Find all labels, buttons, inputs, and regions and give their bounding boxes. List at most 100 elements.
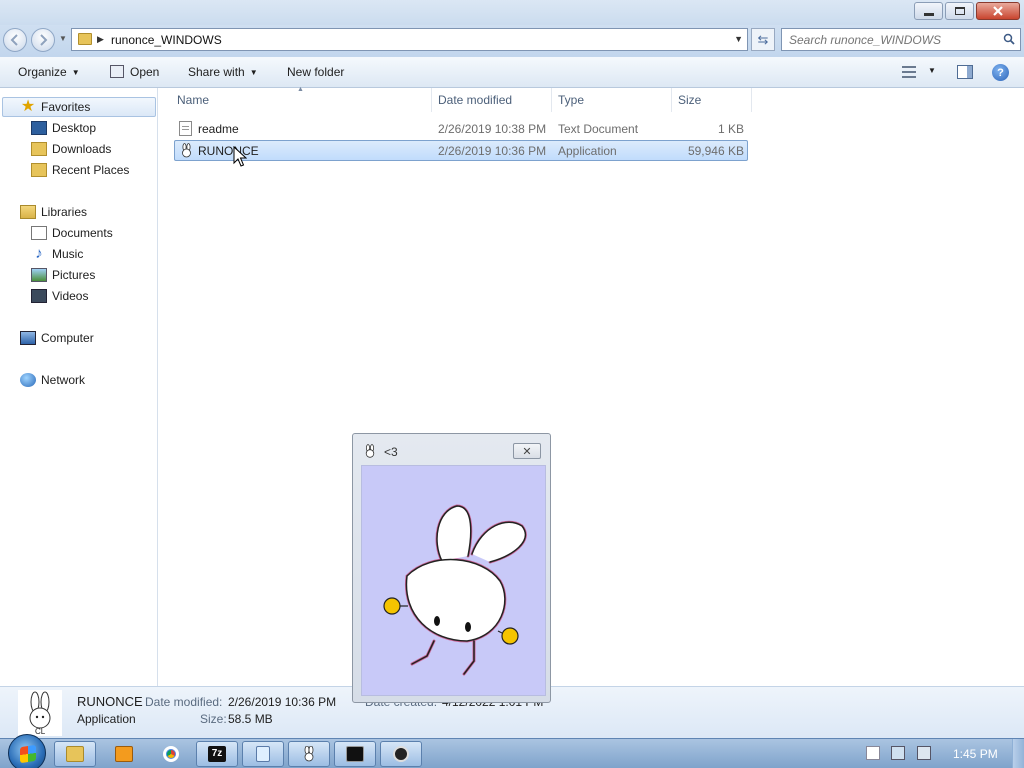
column-header-date-modified[interactable]: Date modified	[432, 88, 552, 112]
address-bar[interactable]: ▶ runonce_WINDOWS ▼	[71, 28, 748, 51]
taskbar-app[interactable]	[380, 741, 422, 767]
file-name: RUNONCE	[198, 144, 259, 158]
details-date-modified: 2/26/2019 10:36 PM	[228, 695, 337, 709]
details-file-type: Application	[77, 712, 136, 726]
nav-item-favorites[interactable]: ★ Favorites	[2, 97, 156, 117]
breadcrumb[interactable]: runonce_WINDOWS	[111, 33, 222, 47]
seven-zip-icon: 7z	[208, 746, 226, 762]
file-row-readme[interactable]: readme 2/26/2019 10:38 PM Text Document …	[174, 119, 748, 140]
details-size: 58.5 MB	[228, 712, 273, 726]
bunny-popup-window[interactable]: <3 ✕	[352, 433, 551, 703]
nav-item-computer[interactable]: Computer	[20, 328, 94, 348]
documents-icon	[31, 226, 47, 240]
file-row-runonce[interactable]: RUNONCE 2/26/2019 10:36 PM Application 5…	[174, 140, 748, 161]
preview-pane-icon[interactable]	[957, 65, 973, 79]
organize-label: Organize	[18, 65, 67, 79]
videos-icon	[31, 289, 47, 303]
organize-menu[interactable]: Organize ▼	[18, 65, 80, 79]
search-input[interactable]	[782, 29, 992, 50]
minimize-icon	[923, 12, 934, 16]
nav-item-label: Downloads	[52, 142, 112, 156]
start-button[interactable]	[8, 734, 46, 768]
nav-item-label: Network	[41, 373, 86, 387]
address-row: ▼ ▶ runonce_WINDOWS ▼ ⇆	[0, 25, 1024, 57]
bunny-illustration	[383, 504, 527, 676]
taskbar-7zip[interactable]: 7z	[196, 741, 238, 767]
taskbar-explorer[interactable]	[54, 741, 96, 767]
chevron-down-icon: ▼	[249, 68, 258, 77]
address-dropdown-icon[interactable]: ▼	[734, 34, 743, 44]
media-player-icon	[115, 746, 133, 762]
network-status-icon[interactable]	[891, 746, 905, 760]
details-file-name: RUNONCE	[77, 694, 143, 709]
pictures-icon	[31, 268, 47, 282]
taskbar-cmd[interactable]	[334, 741, 376, 767]
nav-item-recent-places[interactable]: Recent Places	[31, 160, 129, 180]
nav-item-label: Favorites	[41, 100, 91, 114]
file-date: 2/26/2019 10:36 PM	[438, 144, 547, 158]
view-options-icon[interactable]	[902, 66, 916, 78]
taskbar-notepad[interactable]	[242, 741, 284, 767]
star-icon: ★	[20, 98, 36, 115]
nav-item-label: Computer	[41, 331, 94, 345]
volume-muted-icon[interactable]	[917, 746, 931, 760]
nav-item-desktop[interactable]: Desktop	[31, 118, 96, 138]
maximize-button[interactable]	[945, 2, 974, 20]
command-bar: Organize ▼ Open Share with ▼ New folder ▼ …	[0, 57, 1024, 88]
text-file-icon	[179, 121, 192, 136]
nav-item-label: Recent Places	[52, 163, 130, 177]
open-button[interactable]: Open	[110, 65, 159, 79]
refresh-button[interactable]: ⇆	[751, 28, 775, 51]
music-icon: ♪	[35, 245, 43, 262]
column-header-name[interactable]: Name	[171, 88, 432, 112]
navigation-pane: ★ Favorites Desktop Downloads Recent Pla…	[0, 88, 158, 686]
bunny-icon	[304, 746, 314, 762]
new-folder-button[interactable]: New folder	[287, 65, 344, 79]
command-prompt-icon	[346, 746, 364, 762]
share-with-menu[interactable]: Share with ▼	[188, 65, 258, 79]
details-date-modified-label: Date modified:	[145, 695, 223, 709]
thumbnail-caption: CL	[35, 727, 46, 736]
chrome-icon	[163, 746, 179, 762]
taskbar-runonce[interactable]	[288, 741, 330, 767]
popup-canvas	[361, 465, 546, 696]
nav-item-label: Desktop	[52, 121, 97, 135]
back-button[interactable]	[3, 28, 27, 52]
nav-item-downloads[interactable]: Downloads	[31, 139, 111, 159]
chevron-down-icon: ▼	[71, 68, 80, 77]
minimize-button[interactable]	[914, 2, 943, 20]
system-tray	[862, 745, 942, 763]
folder-icon	[66, 746, 84, 762]
view-dropdown-icon[interactable]: ▼	[928, 66, 936, 75]
breadcrumb-arrow-icon[interactable]: ▶	[97, 34, 104, 45]
nav-item-network[interactable]: Network	[20, 370, 85, 390]
popup-close-button[interactable]: ✕	[513, 443, 541, 459]
column-header-size[interactable]: Size	[672, 88, 752, 112]
nav-item-music[interactable]: ♪ Music	[31, 244, 83, 264]
search-icon[interactable]	[1003, 33, 1015, 45]
nav-item-documents[interactable]: Documents	[31, 223, 113, 243]
nav-item-videos[interactable]: Videos	[31, 286, 88, 306]
recent-pages-dropdown[interactable]: ▼	[59, 34, 67, 43]
show-desktop-button[interactable]	[1012, 739, 1024, 768]
file-size: 1 KB	[717, 122, 744, 136]
taskbar-chrome[interactable]	[150, 741, 192, 767]
search-box	[781, 28, 1021, 51]
computer-icon	[20, 331, 36, 345]
column-header-type[interactable]: Type	[552, 88, 672, 112]
clock[interactable]: 1:45 PM	[953, 747, 998, 761]
taskbar-media-player[interactable]	[103, 741, 145, 767]
nav-item-pictures[interactable]: Pictures	[31, 265, 95, 285]
forward-button[interactable]	[31, 28, 55, 52]
mouse-cursor-icon	[233, 146, 247, 167]
help-icon[interactable]: ?	[992, 64, 1009, 81]
action-center-icon[interactable]	[866, 746, 880, 760]
close-button[interactable]	[976, 2, 1020, 20]
nav-item-label: Documents	[52, 226, 113, 240]
network-icon	[20, 373, 36, 387]
nav-item-label: Music	[52, 247, 84, 261]
notepad-icon	[256, 746, 270, 762]
desktop-icon	[31, 121, 47, 135]
close-icon	[993, 6, 1003, 16]
nav-item-libraries[interactable]: Libraries	[20, 202, 87, 222]
